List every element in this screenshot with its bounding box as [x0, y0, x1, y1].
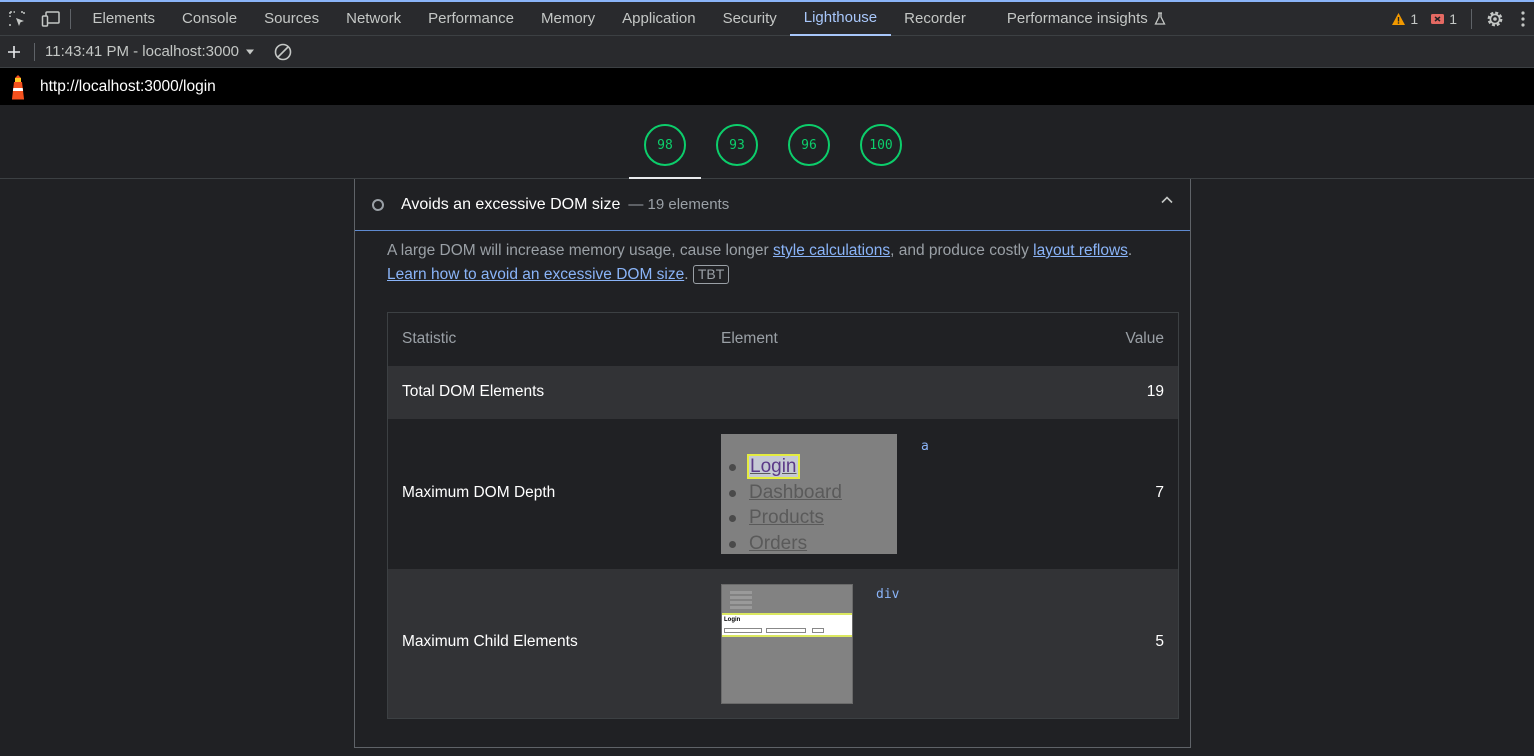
toolbar-separator: [34, 42, 35, 61]
header-value: Value: [1125, 330, 1165, 347]
warnings-count: 1: [1410, 11, 1419, 27]
report-url[interactable]: http://localhost:3000/login: [40, 78, 216, 96]
desc-text-4: .: [684, 266, 689, 283]
audit-header[interactable]: Avoids an excessive DOM size — 19 elemen…: [355, 179, 1190, 231]
table-row: Total DOM Elements 19: [388, 366, 1178, 419]
errors-count: 1: [1449, 11, 1457, 27]
warnings-badge[interactable]: 1: [1391, 11, 1418, 27]
tab-network[interactable]: Network: [333, 2, 415, 36]
preview-list-item: Dashboard: [729, 480, 842, 506]
tab-sources[interactable]: Sources: [251, 2, 333, 36]
score-gauge-seo[interactable]: 100: [860, 124, 902, 166]
score-gauge-best-practices[interactable]: 96: [788, 124, 830, 166]
preview-nav-list: Login Dashboard Products Orders: [729, 454, 842, 555]
node-snippet[interactable]: div: [876, 587, 899, 602]
row-statistic: Maximum DOM Depth: [402, 484, 556, 501]
row-statistic: Total DOM Elements: [402, 383, 545, 400]
desc-text-2: , and produce costly: [890, 242, 1034, 259]
row-statistic: Maximum Child Elements: [402, 633, 578, 650]
tab-console[interactable]: Console: [169, 2, 251, 36]
tab-performance-insights-label: Performance insights: [1006, 10, 1148, 27]
dom-size-table: Statistic Element Value Total DOM Elemen…: [387, 312, 1179, 719]
score-gauge-performance[interactable]: 98: [644, 124, 686, 166]
element-screenshot-preview[interactable]: Login: [721, 584, 853, 704]
node-snippet[interactable]: a: [921, 439, 929, 454]
preview-list-item: Orders: [729, 531, 842, 555]
table-header-row: Statistic Element Value: [388, 313, 1178, 366]
settings-gear-icon[interactable]: [1478, 2, 1512, 36]
warning-icon: [1392, 13, 1406, 25]
tab-performance[interactable]: Performance: [415, 2, 528, 36]
preview-mini-list: [730, 589, 760, 611]
preview-highlight-band: Login: [722, 613, 852, 637]
desc-text-3: .: [1127, 242, 1133, 259]
preview-list-item: Login: [729, 454, 842, 480]
device-toolbar-icon[interactable]: [34, 2, 68, 36]
audit-status-circle-icon: [372, 198, 384, 211]
preview-field: [766, 628, 806, 633]
audit-dom-size: Avoids an excessive DOM size — 19 elemen…: [354, 179, 1191, 748]
header-element: Element: [721, 330, 778, 347]
experiment-flask-icon: [1154, 11, 1166, 25]
tab-security[interactable]: Security: [709, 2, 790, 36]
tabbar-separator: [70, 8, 71, 29]
table-row: Maximum Child Elements Login div 5: [388, 569, 1178, 718]
report-select-label: 11:43:41 PM - localhost:3000: [45, 43, 239, 60]
table-row: Maximum DOM Depth Login Dashboard Produc…: [388, 419, 1178, 569]
tab-recorder-label: Recorder: [904, 10, 966, 27]
tab-memory[interactable]: Memory: [528, 2, 609, 36]
report-select[interactable]: 11:43:41 PM - localhost:3000: [45, 43, 255, 60]
tab-application[interactable]: Application: [609, 2, 709, 36]
audit-display-value: — 19 elements: [628, 196, 730, 213]
lighthouse-logo-icon: [0, 68, 36, 105]
audit-title: Avoids an excessive DOM size: [401, 195, 621, 213]
audit-description: A large DOM will increase memory usage, …: [387, 239, 1177, 287]
score-gauge-accessibility[interactable]: 93: [716, 124, 758, 166]
devtools-tabbar: Elements Console Sources Network Perform…: [0, 0, 1534, 36]
error-icon: [1431, 13, 1445, 24]
preview-band-label: Login: [724, 617, 741, 623]
metric-tag: TBT: [692, 265, 730, 284]
learn-more-link[interactable]: Learn how to avoid an excessive DOM size: [387, 266, 684, 283]
tab-elements[interactable]: Elements: [79, 2, 169, 36]
report-url-bar: http://localhost:3000/login: [0, 68, 1534, 105]
chevron-up-icon[interactable]: [1160, 195, 1174, 205]
header-statistic: Statistic: [402, 330, 457, 347]
inspect-element-icon[interactable]: [0, 2, 34, 36]
element-screenshot-preview[interactable]: Login Dashboard Products Orders: [721, 434, 897, 554]
preview-field: [724, 628, 762, 633]
preview-list-item: Products: [729, 505, 842, 531]
tab-performance-insights[interactable]: Performance insights: [993, 2, 1179, 36]
layout-reflows-link[interactable]: layout reflows: [1033, 242, 1128, 259]
tabbar-right: 1 1: [1391, 2, 1534, 36]
tabbar-right-separator: [1471, 9, 1472, 29]
style-calculations-link[interactable]: style calculations: [773, 242, 890, 259]
desc-text-1: A large DOM will increase memory usage, …: [387, 242, 773, 259]
new-report-plus-icon[interactable]: [2, 40, 26, 64]
row-value: 19: [1146, 383, 1164, 400]
score-gauges: 98 93 96 100: [0, 105, 1534, 179]
row-value: 7: [1155, 484, 1164, 501]
clear-reports-icon[interactable]: [271, 40, 295, 64]
row-value: 5: [1155, 633, 1164, 650]
errors-badge[interactable]: 1: [1430, 11, 1457, 27]
preview-button: [812, 628, 824, 633]
chevron-down-icon: [246, 49, 254, 54]
tab-lighthouse[interactable]: Lighthouse: [790, 2, 891, 36]
lighthouse-toolbar: 11:43:41 PM - localhost:3000: [0, 36, 1534, 68]
more-options-icon[interactable]: [1512, 2, 1534, 36]
tab-recorder[interactable]: Recorder: [891, 2, 980, 36]
